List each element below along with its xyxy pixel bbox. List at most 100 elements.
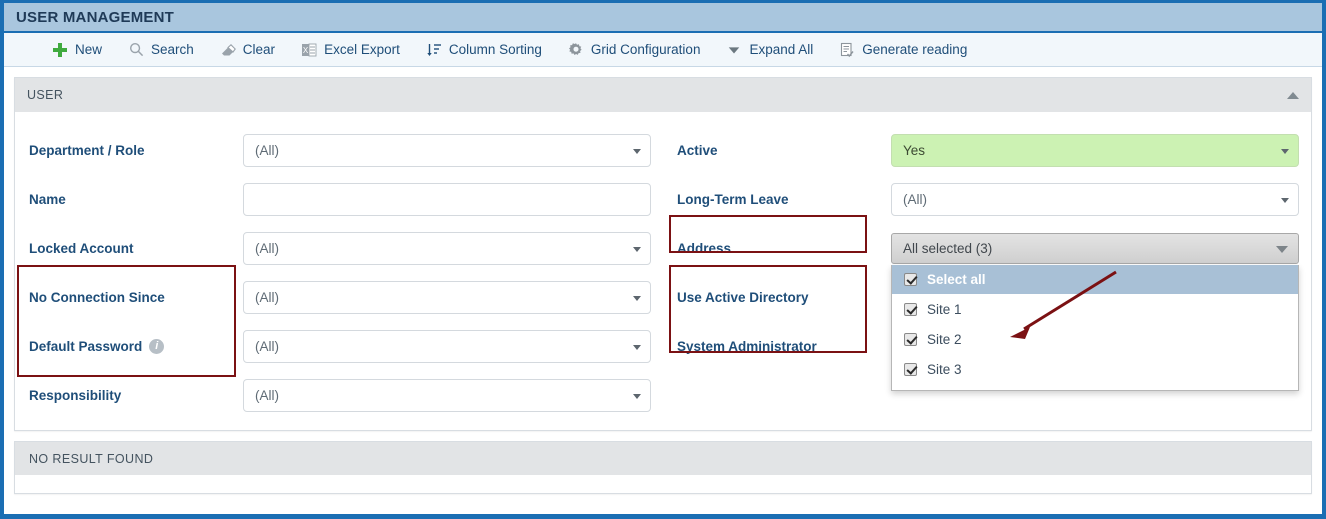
long-term-leave-select[interactable]: (All) — [891, 183, 1299, 216]
chevron-up-icon[interactable] — [1287, 91, 1299, 99]
locked-account-value: (All) — [255, 241, 279, 256]
checkbox-checked-icon[interactable] — [904, 273, 917, 286]
document-check-icon — [839, 42, 855, 58]
toolbar-expand-all-label: Expand All — [749, 42, 814, 57]
field-department-role: Department / Role (All) — [29, 126, 651, 175]
label-department-role: Department / Role — [29, 143, 145, 158]
chevron-down-icon — [1281, 197, 1289, 203]
active-select[interactable]: Yes — [891, 134, 1299, 167]
dropdown-option-site-1[interactable]: Site 1 — [892, 294, 1298, 324]
dropdown-select-all-option[interactable]: Select all — [892, 265, 1298, 294]
field-name: Name — [29, 175, 651, 224]
label-address: Address — [677, 241, 732, 256]
department-role-select[interactable]: (All) — [243, 134, 651, 167]
chevron-down-icon — [1281, 148, 1289, 154]
field-address: Address All selected (3) Select all Site… — [677, 224, 1299, 391]
no-result-found-message: NO RESULT FOUND — [15, 442, 1311, 475]
default-password-select[interactable]: (All) — [243, 330, 651, 363]
toolbar-grid-configuration-label: Grid Configuration — [590, 42, 701, 57]
chevron-down-icon — [633, 295, 641, 301]
long-term-leave-value: (All) — [903, 192, 927, 207]
toolbar-excel-export-label: Excel Export — [324, 42, 400, 57]
toolbar-expand-all-button[interactable]: Expand All — [714, 39, 825, 61]
chevron-down-icon — [633, 148, 641, 154]
chevron-down-icon — [633, 393, 641, 399]
gear-icon — [568, 42, 584, 58]
left-filter-column: Department / Role (All) Name Locked Acco… — [15, 126, 663, 420]
content-area: USER Department / Role (All) Name Locked… — [4, 67, 1322, 512]
label-long-term-leave: Long-Term Leave — [677, 192, 789, 207]
toolbar-clear-label: Clear — [242, 42, 276, 57]
toolbar-search-button[interactable]: Search — [116, 39, 206, 61]
toolbar-generate-reading-button[interactable]: Generate reading — [827, 39, 979, 61]
label-name: Name — [29, 192, 66, 207]
toolbar-clear-button[interactable]: Clear — [208, 39, 287, 61]
right-filter-column: Active Yes Long-Term Leave (All) Address… — [663, 126, 1311, 420]
no-connection-since-select[interactable]: (All) — [243, 281, 651, 314]
label-default-password: Default Password i — [29, 339, 243, 354]
plus-icon — [52, 42, 68, 58]
toolbar-column-sorting-button[interactable]: Column Sorting — [414, 39, 554, 61]
active-value: Yes — [903, 143, 926, 158]
eraser-icon — [220, 42, 236, 58]
user-management-window: USER MANAGEMENT New Search Clear X Excel… — [0, 0, 1326, 519]
toolbar: New Search Clear X Excel Export Column S… — [4, 33, 1322, 67]
sort-icon — [426, 42, 442, 58]
toolbar-search-label: Search — [151, 42, 194, 57]
user-panel-body: Department / Role (All) Name Locked Acco… — [15, 112, 1311, 430]
user-panel-title: USER — [27, 88, 64, 102]
label-no-connection-since: No Connection Since — [29, 290, 165, 305]
name-input[interactable] — [243, 183, 651, 216]
dropdown-option-label: Site 3 — [927, 361, 962, 377]
field-long-term-leave: Long-Term Leave (All) — [677, 175, 1299, 224]
user-filter-panel: USER Department / Role (All) Name Locked… — [14, 77, 1312, 431]
toolbar-new-button[interactable]: New — [40, 39, 114, 61]
checkbox-checked-icon[interactable] — [904, 302, 917, 316]
department-role-value: (All) — [255, 143, 279, 158]
window-titlebar: USER MANAGEMENT — [4, 3, 1322, 33]
default-password-label-text: Default Password — [29, 339, 143, 354]
chevron-down-icon — [633, 344, 641, 350]
checkbox-checked-icon[interactable] — [904, 332, 917, 346]
label-responsibility: Responsibility — [29, 388, 122, 403]
default-password-value: (All) — [255, 339, 279, 354]
field-no-connection-since: No Connection Since (All) — [29, 273, 651, 322]
label-locked-account: Locked Account — [29, 241, 134, 256]
label-active: Active — [677, 143, 718, 158]
field-active: Active Yes — [677, 126, 1299, 175]
field-responsibility: Responsibility (All) — [29, 371, 651, 420]
dropdown-option-label: Site 2 — [927, 331, 962, 347]
excel-icon: X — [301, 42, 317, 58]
toolbar-grid-configuration-button[interactable]: Grid Configuration — [556, 39, 713, 61]
dropdown-option-label: Site 1 — [927, 301, 962, 317]
page-title: USER MANAGEMENT — [16, 8, 175, 26]
locked-account-select[interactable]: (All) — [243, 232, 651, 265]
chevron-down-icon — [1276, 245, 1288, 253]
info-icon[interactable]: i — [149, 339, 165, 354]
results-body — [15, 475, 1311, 493]
field-locked-account: Locked Account (All) — [29, 224, 651, 273]
label-use-active-directory: Use Active Directory — [677, 290, 809, 305]
toolbar-generate-reading-label: Generate reading — [862, 42, 968, 57]
results-panel: NO RESULT FOUND — [14, 441, 1312, 494]
no-connection-since-value: (All) — [255, 290, 279, 305]
toolbar-new-label: New — [75, 42, 103, 57]
field-default-password: Default Password i (All) — [29, 322, 651, 371]
toolbar-column-sorting-label: Column Sorting — [448, 42, 542, 57]
address-multiselect-value: All selected (3) — [903, 241, 993, 256]
responsibility-value: (All) — [255, 388, 279, 403]
address-dropdown-menu: Select all Site 1 Site 2 Site 3 — [891, 265, 1299, 391]
chevron-down-icon — [633, 246, 641, 252]
search-icon — [128, 42, 144, 58]
address-multiselect-button[interactable]: All selected (3) — [891, 233, 1299, 264]
label-system-administrator: System Administrator — [677, 339, 817, 354]
chevron-down-icon — [726, 42, 742, 58]
dropdown-option-site-2[interactable]: Site 2 — [892, 324, 1298, 354]
dropdown-select-all-label: Select all — [927, 272, 986, 287]
dropdown-option-site-3[interactable]: Site 3 — [892, 354, 1298, 384]
responsibility-select[interactable]: (All) — [243, 379, 651, 412]
user-panel-header[interactable]: USER — [15, 78, 1311, 112]
toolbar-excel-export-button[interactable]: X Excel Export — [289, 39, 412, 61]
svg-text:X: X — [303, 46, 309, 55]
checkbox-checked-icon[interactable] — [904, 362, 917, 376]
